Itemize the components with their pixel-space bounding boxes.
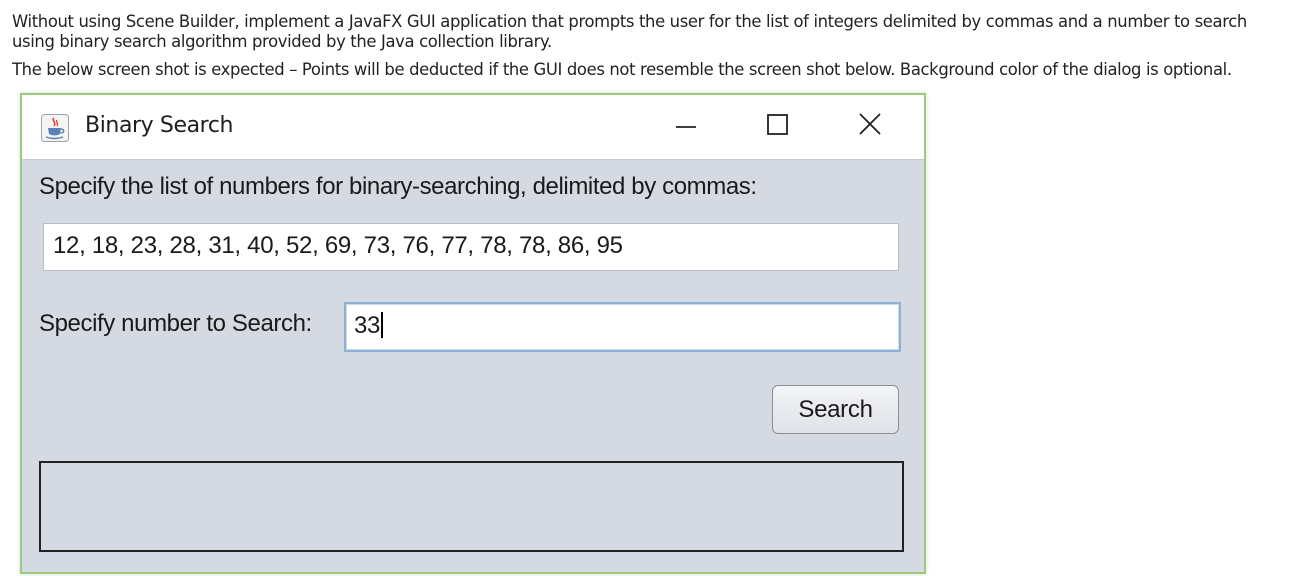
instructions-paragraph-1: Without using Scene Builder, implement a… [12, 12, 1247, 51]
search-number-value: 33 [354, 312, 381, 339]
number-list-value: 12, 18, 23, 28, 31, 40, 52, 69, 73, 76, … [53, 232, 623, 259]
window-titlebar[interactable]: Binary Search [22, 95, 924, 160]
instructions-paragraph-2: The below screen shot is expected – Poin… [12, 60, 1232, 79]
number-list-input[interactable]: 12, 18, 23, 28, 31, 40, 52, 69, 73, 76, … [43, 223, 899, 271]
search-number-label: Specify number to Search: [39, 310, 312, 337]
minimize-icon[interactable] [666, 105, 706, 145]
window-title: Binary Search [85, 113, 234, 138]
search-number-input[interactable]: 33 [344, 302, 901, 352]
text-caret [381, 312, 383, 339]
number-list-label: Specify the list of numbers for binary-s… [39, 173, 757, 200]
assignment-instructions: Without using Scene Builder, implement a… [12, 12, 1292, 80]
java-coffee-cup-icon [41, 114, 69, 142]
maximize-icon[interactable] [758, 105, 798, 145]
result-output-area [39, 461, 904, 552]
search-button[interactable]: Search [772, 385, 899, 434]
binary-search-window: Binary Search Specify the list of number… [20, 93, 926, 574]
close-icon[interactable] [850, 105, 890, 145]
